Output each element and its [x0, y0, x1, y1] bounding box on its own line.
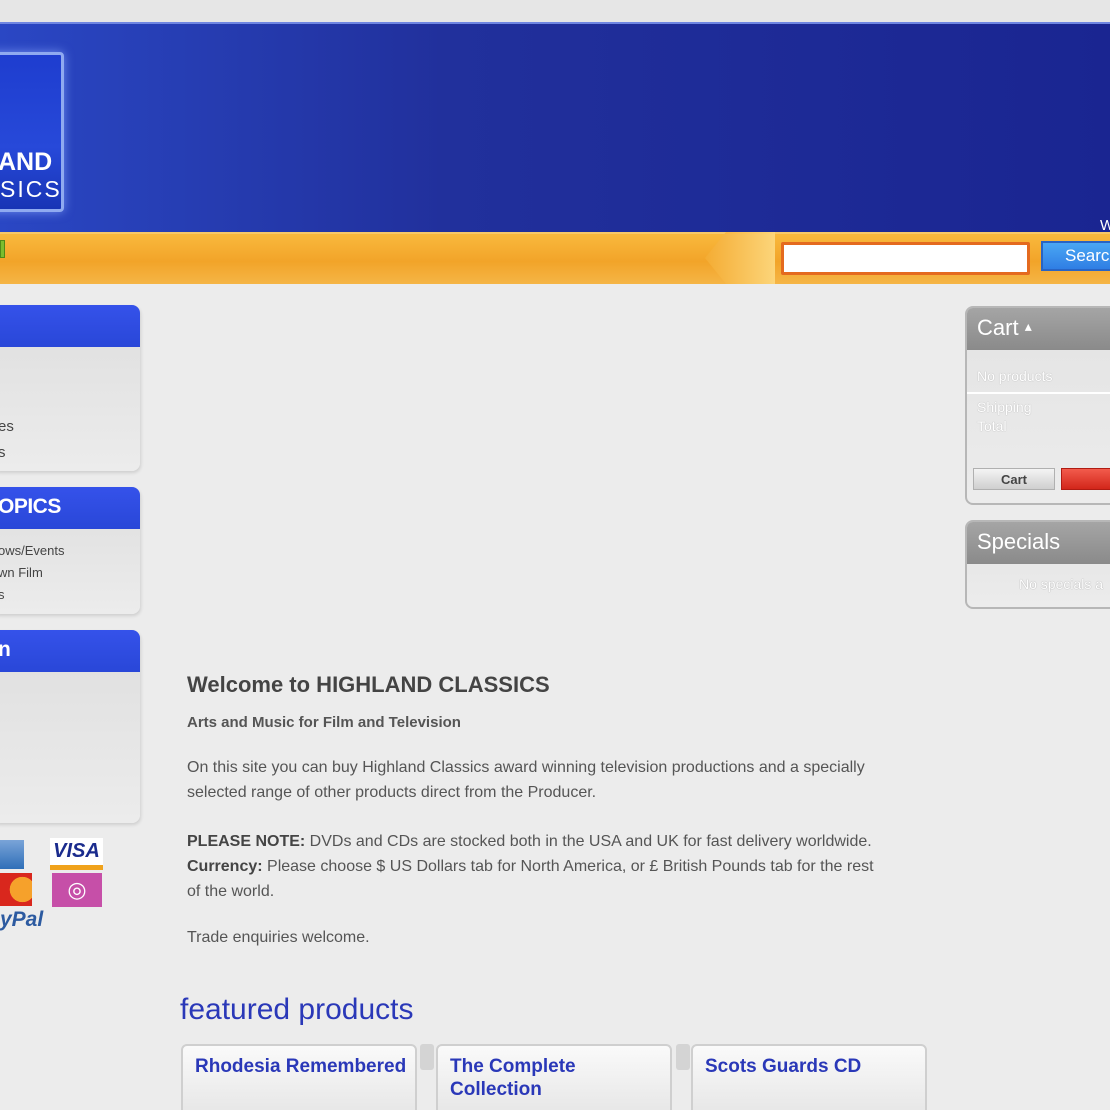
logo-text-line2: SICS — [0, 176, 62, 202]
caret-up-icon: ▴ — [1024, 318, 1032, 334]
currency-label: Currency: — [187, 858, 263, 875]
product-card[interactable]: Rhodesia Remembered — [181, 1044, 417, 1110]
nav-tab-indicator[interactable] — [0, 240, 5, 258]
specials-heading: Specials — [967, 522, 1110, 564]
view-cart-button[interactable]: Cart — [973, 468, 1055, 490]
featured-products-heading: featured products — [180, 993, 414, 1026]
cart-heading[interactable]: Cart ▴ — [967, 308, 1110, 350]
sidebar-link[interactable]: ows/Events — [0, 543, 64, 558]
specials-box: Specials No specials a — [965, 520, 1110, 609]
cart-total-label: Total — [977, 418, 1007, 434]
trade-paragraph: Trade enquiries welcome. — [187, 929, 370, 946]
note-label: PLEASE NOTE: — [187, 833, 306, 850]
card-divider — [420, 1044, 434, 1070]
sidebar-link[interactable]: es — [0, 418, 14, 435]
note-text: DVDs and CDs are stocked both in the USA… — [305, 833, 872, 850]
maestro-icon: ◎ — [52, 873, 102, 907]
top-strip — [0, 0, 1110, 22]
product-card[interactable]: The Complete Collection — [436, 1044, 672, 1110]
sidebar-box-heading: n — [0, 630, 140, 672]
product-name[interactable]: The Complete Collection — [450, 1055, 665, 1101]
site-header: AND SICS W — [0, 22, 1110, 234]
sidebar-link[interactable]: s — [0, 444, 6, 461]
visa-icon: VISA — [50, 838, 103, 870]
product-card[interactable]: Scots Guards CD — [691, 1044, 927, 1110]
page-subtitle: Arts and Music for Film and Television — [187, 714, 461, 731]
sidebar-box-heading — [0, 305, 140, 347]
sidebar-box-topics: OPICS ows/Events wn Film s — [0, 487, 140, 614]
paypal-icon: yPal — [0, 908, 44, 931]
mastercard-icon — [0, 873, 32, 906]
sidebar-link[interactable]: wn Film — [0, 565, 43, 580]
search-button[interactable]: Search — [1041, 241, 1110, 271]
currency-text: Please choose $ US Dollars tab for North… — [187, 858, 874, 900]
search-input[interactable] — [781, 242, 1030, 275]
cart-heading-label: Cart — [977, 315, 1019, 340]
cart-shipping-label: Shipping — [977, 399, 1032, 415]
logo-text-line1: AND — [0, 148, 53, 176]
sidebar-box-heading: OPICS — [0, 487, 140, 529]
cart-box: Cart ▴ No products Shipping Total Cart — [965, 306, 1110, 505]
sidebar-box-categories: es s — [0, 305, 140, 471]
checkout-button[interactable] — [1061, 468, 1110, 490]
specials-message: No specials a — [1019, 576, 1104, 592]
product-name[interactable]: Rhodesia Remembered — [195, 1055, 410, 1078]
sidebar-link[interactable]: s — [0, 587, 5, 602]
note-paragraph: PLEASE NOTE: DVDs and CDs are stocked bo… — [187, 829, 887, 904]
cart-divider — [967, 392, 1110, 394]
card-divider — [676, 1044, 690, 1070]
cart-status: No products — [977, 368, 1053, 384]
intro-paragraph: On this site you can buy Highland Classi… — [187, 759, 865, 801]
page-title: Welcome to HIGHLAND CLASSICS — [187, 672, 550, 697]
amex-icon — [0, 840, 24, 869]
sidebar-box-info: n — [0, 630, 140, 823]
product-name[interactable]: Scots Guards CD — [705, 1055, 920, 1078]
